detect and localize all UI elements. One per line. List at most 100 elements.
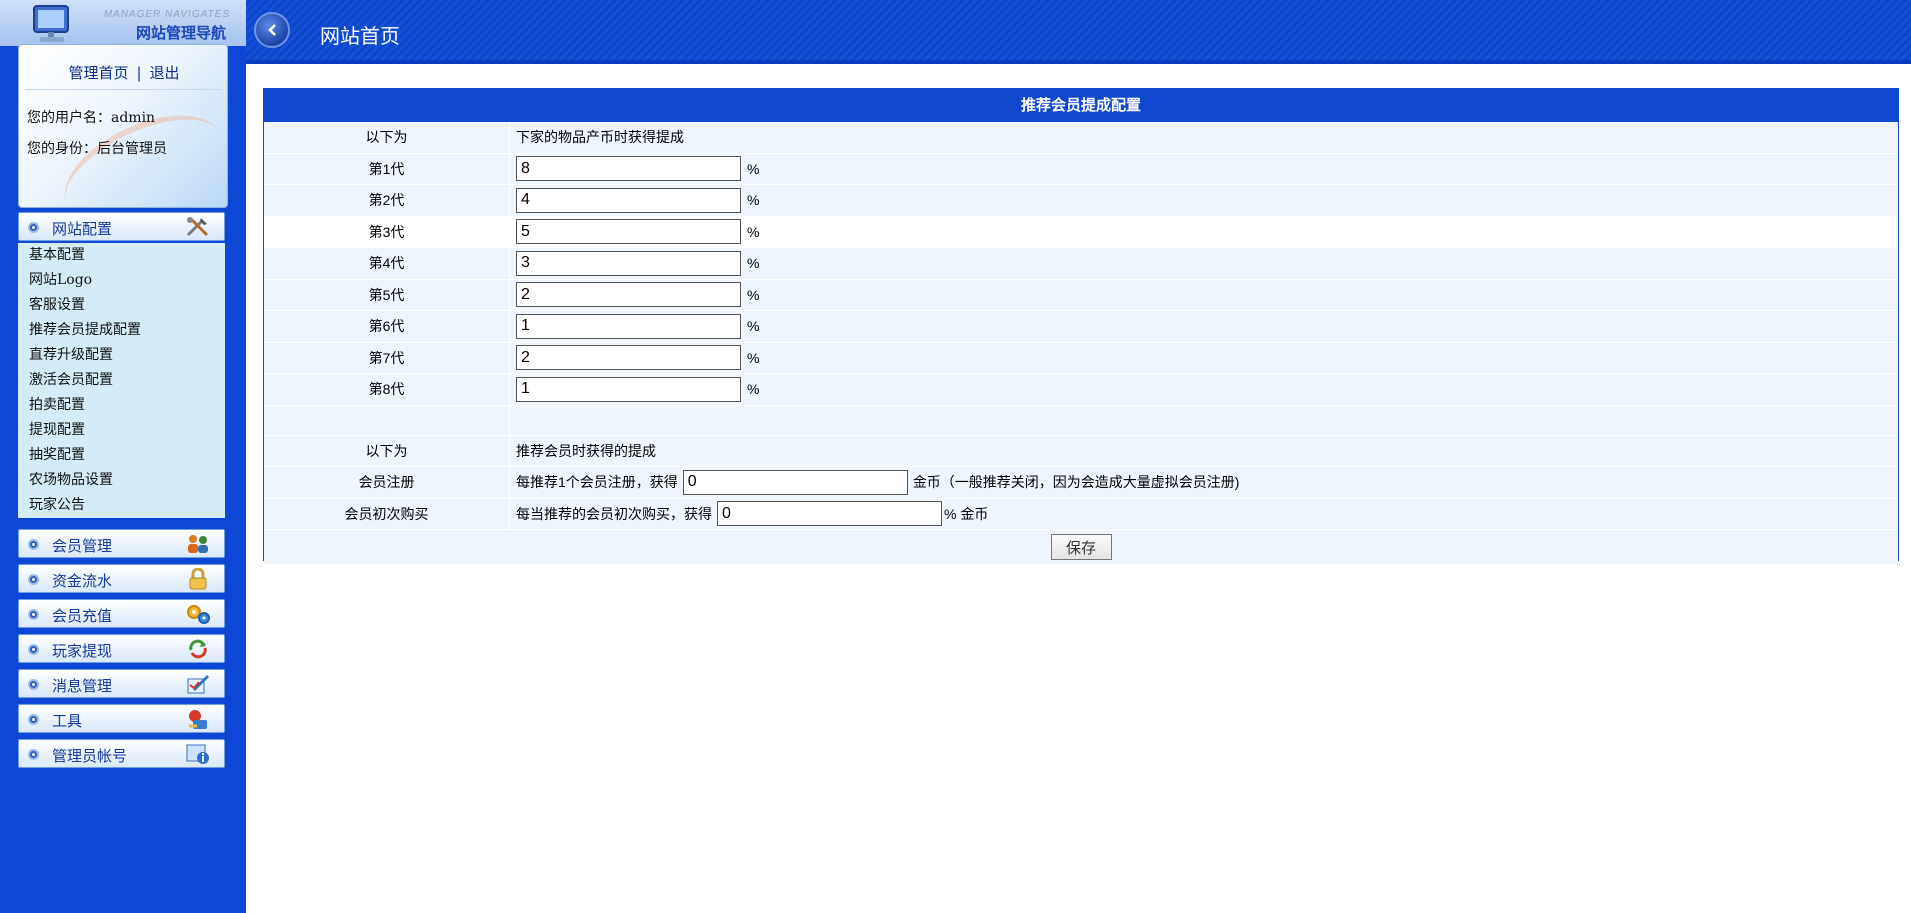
menu-member-recharge[interactable]: 会员充值 — [18, 599, 225, 628]
toolbox-icon — [189, 710, 207, 729]
user-info-box: 管理首页 | 退出 您的用户名：admin 您的身份：后台管理员 — [18, 44, 228, 208]
tools-icon — [186, 217, 209, 237]
submenu-item[interactable]: 激活会员配置 — [18, 368, 225, 393]
percent-unit: % — [747, 286, 760, 303]
generation-6-input[interactable] — [516, 313, 741, 339]
sidebar: MANAGER NAVIGATES 网站管理导航 管理首页 | 退出 您的用户名：a… — [0, 0, 246, 913]
generation-row: 第1代 % — [264, 153, 1898, 185]
menu-label: 会员充值 — [52, 607, 113, 625]
submenu-item[interactable]: 抽奖配置 — [18, 443, 225, 468]
role-text: 您的身份：后台管理员 — [27, 141, 167, 157]
save-row: 保存 — [264, 530, 1898, 564]
back-button[interactable] — [254, 12, 290, 48]
submenu-item[interactable]: 基本配置 — [18, 243, 225, 268]
user-links: 管理首页 | 退出 — [19, 62, 227, 83]
sidebar-logo: MANAGER NAVIGATES 网站管理导航 — [0, 0, 246, 46]
percent-unit: % — [747, 255, 760, 272]
row-label: 以下为 — [365, 129, 408, 146]
generation-2-input[interactable] — [516, 187, 741, 213]
gears-icon — [187, 605, 210, 624]
menu-site-config[interactable]: 网站配置 — [18, 212, 225, 241]
lock-icon — [189, 568, 207, 590]
page-title: 网站首页 — [320, 24, 400, 48]
refresh-icon — [189, 639, 207, 659]
spacer-cell — [264, 406, 509, 435]
menu-tools[interactable]: 工具 — [18, 704, 225, 733]
submenu-item[interactable]: 拍卖配置 — [18, 393, 225, 418]
menu-label: 管理员帐号 — [52, 747, 128, 765]
percent-unit: % — [747, 192, 760, 209]
generation-row: 第5代 % — [264, 279, 1898, 311]
menu-admin-account[interactable]: 管理员帐号 — [18, 739, 225, 768]
submenu-item[interactable]: 直荐升级配置 — [18, 343, 225, 368]
submenu-item[interactable]: 农场物品设置 — [18, 468, 225, 493]
generation-label: 第8代 — [368, 381, 405, 398]
generation-7-input[interactable] — [516, 345, 741, 371]
generation-4-input[interactable] — [516, 250, 741, 276]
bullet-icon — [28, 222, 39, 233]
edit-icon — [187, 675, 209, 694]
menu-label: 工具 — [52, 712, 83, 730]
first-purchase-reward-input[interactable] — [717, 501, 942, 527]
generation-row: 第4代 % — [264, 248, 1898, 280]
panel-title: 推荐会员提成配置 — [264, 89, 1898, 122]
users-icon — [188, 535, 208, 553]
menu-label: 会员管理 — [52, 537, 113, 555]
submenu-site-config: 基本配置 网站Logo 客服设置 推荐会员提成配置 直荐升级配置 激活会员配置 … — [18, 243, 225, 518]
menu-member-management[interactable]: 会员管理 — [18, 529, 225, 558]
computer-monitor-icon — [33, 5, 69, 42]
link-separator: | — [136, 64, 142, 82]
submenu-item[interactable]: 网站Logo — [18, 268, 225, 293]
home-link[interactable]: 管理首页 — [68, 64, 128, 82]
top-header: 网站首页 — [246, 0, 1911, 64]
bullet-icon — [28, 609, 39, 620]
bullet-icon — [28, 714, 39, 725]
register-row: 会员注册 每推荐1个会员注册，获得 金币（一般推荐关闭，因为会造成大量虚拟会员注… — [264, 467, 1898, 499]
percent-unit: % — [747, 381, 760, 398]
spacer-row — [264, 405, 1898, 436]
menu-label: 网站配置 — [52, 220, 113, 238]
save-button[interactable]: 保存 — [1050, 534, 1112, 560]
generation-row: 第3代 % — [264, 216, 1898, 248]
bullet-icon — [28, 749, 39, 760]
generation-1-input[interactable] — [516, 156, 741, 182]
generation-8-input[interactable] — [516, 376, 741, 402]
menu-label: 消息管理 — [52, 677, 113, 695]
submenu-item[interactable]: 客服设置 — [18, 293, 225, 318]
generation-label: 第5代 — [368, 286, 405, 303]
bullet-icon — [28, 574, 39, 585]
divider — [25, 89, 221, 91]
first-purchase-prefix: 每当推荐的会员初次购买，获得 — [516, 505, 712, 522]
register-suffix: 金币（一般推荐关闭，因为会造成大量虚拟会员注册) — [912, 474, 1240, 491]
first-purchase-suffix: % 金币 — [944, 505, 989, 522]
bullet-icon — [28, 679, 39, 690]
generation-row: 第6代 % — [264, 311, 1898, 343]
register-reward-input[interactable] — [682, 469, 908, 495]
percent-unit: % — [747, 318, 760, 335]
row-description: 下家的物品产币时获得提成 — [509, 122, 1898, 153]
generation-5-input[interactable] — [516, 282, 741, 308]
submenu-item[interactable]: 提现配置 — [18, 418, 225, 443]
submenu-item[interactable]: 推荐会员提成配置 — [18, 318, 225, 343]
logo-title: 网站管理导航 — [135, 24, 226, 42]
bullet-icon — [28, 644, 39, 655]
menu-message-management[interactable]: 消息管理 — [18, 669, 225, 698]
submenu-item[interactable]: 玩家公告 — [18, 493, 225, 518]
section-header-row: 以下为 推荐会员时获得的提成 — [264, 435, 1898, 467]
generation-row: 第2代 % — [264, 185, 1898, 217]
generation-3-input[interactable] — [516, 219, 741, 245]
menu-label: 玩家提现 — [52, 642, 113, 660]
menu-fund-flow[interactable]: 资金流水 — [18, 564, 225, 593]
generation-label: 第3代 — [368, 223, 405, 240]
first-purchase-label: 会员初次购买 — [344, 505, 429, 522]
logo-subtitle: MANAGER NAVIGATES — [103, 9, 230, 20]
logout-link[interactable]: 退出 — [150, 64, 180, 82]
info-icon — [186, 744, 209, 764]
menu-label: 资金流水 — [52, 572, 113, 590]
generation-label: 第1代 — [368, 160, 405, 177]
percent-unit: % — [747, 160, 760, 177]
menu-player-withdraw[interactable]: 玩家提现 — [18, 634, 225, 663]
bullet-icon — [28, 539, 39, 550]
register-label: 会员注册 — [358, 474, 415, 491]
generation-label: 第2代 — [368, 192, 405, 209]
